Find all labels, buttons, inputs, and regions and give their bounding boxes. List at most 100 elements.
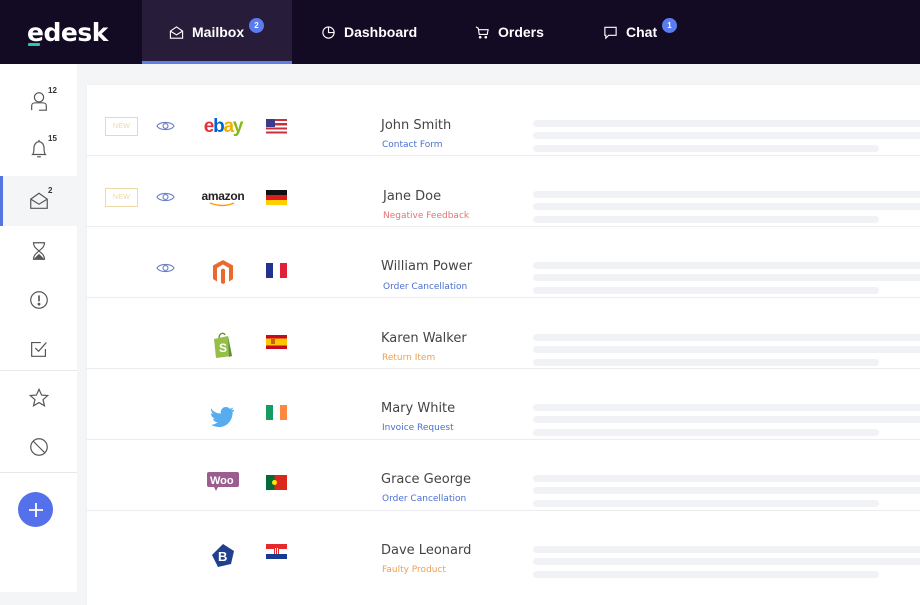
sidebar-item-resolved[interactable] — [0, 324, 77, 373]
pie-chart-icon — [322, 25, 335, 39]
ticket-row[interactable]: B Dave Leonard Faulty Product — [87, 511, 920, 582]
notifications-count: 15 — [48, 134, 57, 143]
tab-dashboard[interactable]: Dashboard — [321, 0, 417, 64]
ebay-logo: ebay — [203, 116, 244, 137]
chat-badge: 1 — [662, 18, 677, 33]
bell-icon — [30, 139, 47, 157]
ticket-tag: Contact Form — [382, 140, 443, 150]
tab-label: Chat — [626, 24, 658, 40]
ticket-tag: Faulty Product — [382, 565, 446, 575]
flag-es-icon — [266, 335, 287, 349]
star-icon — [28, 387, 49, 407]
preview-line — [533, 274, 920, 281]
preview-line — [533, 191, 920, 198]
tab-mailbox[interactable]: Mailbox 2 — [142, 0, 292, 64]
alert-circle-icon — [29, 290, 48, 309]
preview-line — [533, 120, 920, 127]
ticket-row[interactable]: Woo Grace George Order Cancellation — [87, 440, 920, 511]
sidebar-item-contacts[interactable]: 12 — [0, 76, 77, 125]
customer-name: Grace George — [381, 472, 472, 487]
svg-text:Woo: Woo — [210, 475, 234, 487]
preview-line — [533, 500, 879, 507]
flag-de-icon — [266, 190, 287, 205]
shopify-logo: S — [199, 330, 247, 358]
ticket-tag: Order Cancellation — [382, 494, 467, 504]
preview-line — [533, 216, 879, 223]
ticket-tag: Order Cancellation — [383, 282, 468, 292]
preview-line — [533, 145, 879, 152]
amazon-logo: amazon — [199, 184, 247, 212]
preview-line — [533, 558, 920, 565]
preview-line — [533, 475, 920, 482]
sidebar-divider — [0, 472, 77, 473]
mailbox-count: 2 — [48, 186, 53, 195]
preview-line — [533, 416, 920, 423]
svg-text:B: B — [218, 549, 227, 564]
preview-line — [533, 262, 920, 269]
new-badge: NEW — [105, 117, 138, 136]
flag-ie-icon — [266, 405, 287, 420]
add-button[interactable] — [18, 492, 53, 527]
tab-label: Dashboard — [344, 24, 418, 40]
customer-name: Mary White — [381, 401, 456, 416]
ticket-row[interactable]: NEW amazon Jane Doe Negative Feedback — [87, 156, 920, 227]
envelope-open-icon — [29, 192, 48, 209]
envelope-open-icon — [169, 25, 184, 39]
contacts-count: 12 — [48, 86, 57, 95]
eye-icon[interactable] — [156, 119, 175, 133]
sidebar: 12 15 2 — [0, 64, 77, 592]
sidebar-item-notifications[interactable]: 15 — [0, 124, 77, 173]
svg-text:S: S — [219, 341, 227, 355]
add-icon — [28, 502, 43, 517]
ticket-tag: Return Item — [382, 353, 436, 363]
sidebar-item-starred[interactable] — [0, 373, 77, 422]
ticket-row[interactable]: NEW ebay John Smith Contact Form — [87, 85, 920, 156]
mailbox-badge: 2 — [249, 18, 264, 33]
edesk-logo[interactable]: edesk — [27, 18, 108, 47]
preview-line — [533, 359, 879, 366]
ticket-list: NEW ebay John Smith Contact Form NEW ama… — [87, 85, 920, 605]
preview-line — [533, 429, 879, 436]
customer-name: Jane Doe — [383, 189, 442, 204]
customer-name: William Power — [381, 259, 473, 274]
sidebar-divider — [0, 370, 77, 371]
flag-pt-icon — [266, 475, 287, 490]
cart-icon — [475, 25, 489, 38]
preview-line — [533, 287, 879, 294]
preview-line — [533, 132, 920, 139]
flag-us-icon — [266, 119, 287, 134]
eye-icon[interactable] — [156, 190, 175, 204]
flag-hr-icon — [266, 544, 287, 559]
preview-line — [533, 346, 920, 353]
tab-label: Orders — [498, 24, 544, 40]
sidebar-item-blocked[interactable] — [0, 422, 77, 471]
new-badge: NEW — [105, 188, 138, 207]
eye-icon[interactable] — [156, 261, 175, 275]
ticket-row[interactable]: Mary White Invoice Request — [87, 369, 920, 440]
chat-bubble-icon — [604, 26, 617, 39]
bonanza-logo: B — [199, 541, 247, 569]
tab-chat[interactable]: Chat 1 — [603, 0, 677, 64]
blocked-icon — [29, 437, 48, 456]
checkbox-icon — [30, 341, 47, 357]
customer-name: Dave Leonard — [381, 543, 472, 558]
top-navigation-bar: edesk Mailbox 2 Dashboard Orders Chat 1 — [0, 0, 920, 64]
sidebar-item-mailbox[interactable]: 2 — [0, 176, 77, 226]
preview-line — [533, 334, 920, 341]
woocommerce-logo: Woo — [199, 467, 247, 495]
preview-line — [533, 487, 920, 494]
customer-name: John Smith — [381, 118, 452, 133]
preview-line — [533, 203, 920, 210]
sidebar-item-snoozed[interactable] — [0, 226, 77, 275]
customer-name: Karen Walker — [381, 331, 467, 346]
magento-logo — [199, 258, 247, 286]
tab-label: Mailbox — [192, 24, 245, 40]
ticket-row[interactable]: S Karen Walker Return Item — [87, 298, 920, 369]
twitter-logo — [199, 403, 247, 431]
preview-line — [533, 571, 879, 578]
ticket-row[interactable]: William Power Order Cancellation — [87, 227, 920, 298]
tab-orders[interactable]: Orders — [475, 0, 544, 64]
sidebar-item-urgent[interactable] — [0, 275, 77, 324]
ticket-tag: Invoice Request — [382, 423, 454, 433]
preview-line — [533, 404, 920, 411]
